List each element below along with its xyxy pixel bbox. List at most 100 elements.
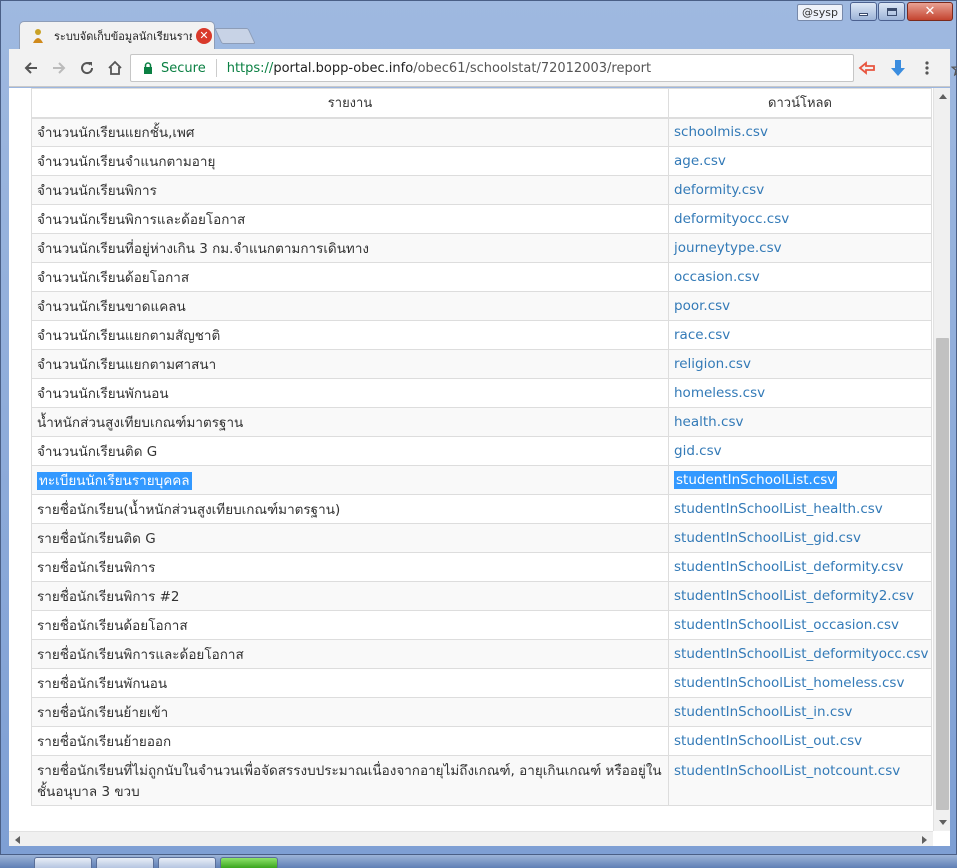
report-name-cell: จำนวนนักเรียนด้อยโอกาส <box>31 262 669 292</box>
download-cell: studentInSchoolList_health.csv <box>668 494 932 524</box>
report-name: จำนวนนักเรียนด้อยโอกาส <box>37 270 190 286</box>
url-host: portal.bopp-obec.info <box>273 60 414 76</box>
table-row: จำนวนนักเรียนที่อยู่ห่างเกิน 3 กม.จำแนกต… <box>31 233 932 263</box>
download-link[interactable]: poor.csv <box>674 298 730 314</box>
report-name: จำนวนนักเรียนแยกชั้น,เพศ <box>37 125 195 142</box>
home-button[interactable] <box>103 56 127 80</box>
menu-button[interactable] <box>915 56 939 80</box>
report-name: รายชื่อนักเรียนพิการ <box>37 560 156 576</box>
taskbar-button[interactable] <box>158 857 216 868</box>
report-name: จำนวนนักเรียนติด G <box>37 444 158 460</box>
download-link[interactable]: religion.csv <box>674 356 751 372</box>
report-name: จำนวนนักเรียนพักนอน <box>37 386 169 402</box>
vertical-scroll-thumb[interactable] <box>936 338 949 810</box>
scroll-up-arrow-icon[interactable] <box>934 88 950 105</box>
reload-button[interactable] <box>75 56 99 80</box>
table-row: รายชื่อนักเรียนพิการ #2 studentInSchoolLi… <box>31 581 932 611</box>
download-cell: studentInSchoolList_homeless.csv <box>668 668 932 698</box>
tab-strip: ระบบจัดเก็บข้อมูลนักเรียนราย ✕ @sysp ✕ <box>1 1 957 49</box>
table-row: จำนวนนักเรียนแยกตามสัญชาติ race.csv <box>31 320 932 350</box>
url-text[interactable]: https://portal.bopp-obec.info/obec61/sch… <box>227 61 651 76</box>
extension-button[interactable] <box>855 56 879 80</box>
table-row: จำนวนนักเรียนพิการ deformity.csv <box>31 175 932 205</box>
download-link[interactable]: homeless.csv <box>674 385 765 401</box>
tab-title: ระบบจัดเก็บข้อมูลนักเรียนราย <box>54 29 192 43</box>
horizontal-scrollbar[interactable] <box>9 831 933 846</box>
download-link[interactable]: studentInSchoolList.csv <box>674 471 838 489</box>
taskbar-button[interactable] <box>220 857 278 868</box>
taskbar-strip <box>0 855 957 868</box>
download-link[interactable]: studentInSchoolList_homeless.csv <box>674 675 904 691</box>
download-cell: deformityocc.csv <box>668 204 932 234</box>
browser-window: ระบบจัดเก็บข้อมูลนักเรียนราย ✕ @sysp ✕ S… <box>0 0 957 855</box>
bookmark-star-button[interactable] <box>948 58 957 80</box>
browser-tab-active[interactable]: ระบบจัดเก็บข้อมูลนักเรียนราย ✕ <box>19 21 215 49</box>
download-link[interactable]: studentInSchoolList_deformity.csv <box>674 559 904 575</box>
report-name-cell: จำนวนนักเรียนขาดแคลน <box>31 291 669 321</box>
download-link[interactable]: studentInSchoolList_deformity2.csv <box>674 588 914 604</box>
maximize-button[interactable] <box>878 2 905 21</box>
report-name: รายชื่อนักเรียนพิการ #2 <box>37 589 180 605</box>
download-link[interactable]: studentInSchoolList_in.csv <box>674 704 852 720</box>
column-header-download: ดาวน์โหลด <box>668 88 932 119</box>
report-name: รายชื่อนักเรียนย้ายออก <box>37 734 172 750</box>
download-link[interactable]: studentInSchoolList_deformityocc.csv <box>674 646 929 662</box>
page-viewport: รายงาน ดาวน์โหลด จำนวนนักเรียนแยกชั้น,เพ… <box>9 88 950 846</box>
report-name: จำนวนนักเรียนที่อยู่ห่างเกิน 3 กม.จำแนกต… <box>37 241 370 257</box>
report-name: จำนวนนักเรียนแยกตามศาสนา <box>37 357 217 373</box>
report-table-body: จำนวนนักเรียนแยกชั้น,เพศ schoolmis.csv จำน… <box>31 117 932 806</box>
download-link[interactable]: race.csv <box>674 327 730 343</box>
report-name-cell: ทะเบียนนักเรียนรายบุคคล <box>31 465 669 495</box>
forward-button[interactable] <box>47 56 71 80</box>
vertical-scrollbar[interactable] <box>933 88 950 831</box>
report-name-cell: รายชื่อนักเรียนย้ายออก <box>31 726 669 756</box>
download-link[interactable]: journeytype.csv <box>674 240 782 256</box>
report-name-cell: จำนวนนักเรียนแยกชั้น,เพศ <box>31 117 669 147</box>
download-cell: studentInSchoolList_deformity.csv <box>668 552 932 582</box>
download-link[interactable]: schoolmis.csv <box>674 124 768 140</box>
report-name-cell: รายชื่อนักเรียนติด G <box>31 523 669 553</box>
download-link[interactable]: studentInSchoolList_notcount.csv <box>674 763 900 779</box>
kebab-menu-icon <box>925 61 929 75</box>
table-row: จำนวนนักเรียนแยกชั้น,เพศ schoolmis.csv <box>31 117 932 147</box>
report-name-cell: รายชื่อนักเรียนพิการและด้อยโอกาส <box>31 639 669 669</box>
secure-label: Secure <box>161 60 206 76</box>
report-name-cell: จำนวนนักเรียนพักนอน <box>31 378 669 408</box>
download-cell: gid.csv <box>668 436 932 466</box>
home-icon <box>108 60 122 75</box>
scroll-down-arrow-icon[interactable] <box>934 814 950 831</box>
close-window-button[interactable]: ✕ <box>907 2 953 21</box>
taskbar-button[interactable] <box>34 857 92 868</box>
download-cell: studentInSchoolList.csv <box>668 465 932 495</box>
profile-badge[interactable]: @sysp <box>797 4 843 21</box>
scroll-right-arrow-icon[interactable] <box>916 832 933 846</box>
download-link[interactable]: deformity.csv <box>674 182 764 198</box>
omnibox-divider <box>215 59 217 77</box>
table-row: จำนวนนักเรียนด้อยโอกาส occasion.csv <box>31 262 932 292</box>
address-bar[interactable]: Secure https://portal.bopp-obec.info/obe… <box>130 54 957 82</box>
download-arrow-icon <box>891 60 905 76</box>
scroll-left-arrow-icon[interactable] <box>9 832 26 846</box>
download-link[interactable]: gid.csv <box>674 443 722 459</box>
download-link[interactable]: studentInSchoolList_gid.csv <box>674 530 861 546</box>
table-row: รายชื่อนักเรียนพิการและด้อยโอกาส studentI… <box>31 639 932 669</box>
close-tab-icon[interactable]: ✕ <box>196 27 212 44</box>
download-extension-button[interactable] <box>886 56 910 80</box>
download-cell: homeless.csv <box>668 378 932 408</box>
minimize-button[interactable] <box>850 2 877 21</box>
new-tab-button[interactable] <box>214 28 256 44</box>
download-link[interactable]: studentInSchoolList_out.csv <box>674 733 862 749</box>
report-name: จำนวนนักเรียนพิการและด้อยโอกาส <box>37 212 246 228</box>
download-link[interactable]: studentInSchoolList_health.csv <box>674 501 883 517</box>
back-button[interactable] <box>19 56 43 80</box>
download-link[interactable]: studentInSchoolList_occasion.csv <box>674 617 899 633</box>
lock-icon <box>141 61 155 75</box>
download-link[interactable]: age.csv <box>674 153 726 169</box>
taskbar-button[interactable] <box>96 857 154 868</box>
report-name: จำนวนนักเรียนพิการ <box>37 183 157 199</box>
download-link[interactable]: deformityocc.csv <box>674 211 789 227</box>
download-cell: studentInSchoolList_out.csv <box>668 726 932 756</box>
table-row: ทะเบียนนักเรียนรายบุคคล studentInSchoolLi… <box>31 465 932 495</box>
download-link[interactable]: health.csv <box>674 414 743 430</box>
download-link[interactable]: occasion.csv <box>674 269 760 285</box>
